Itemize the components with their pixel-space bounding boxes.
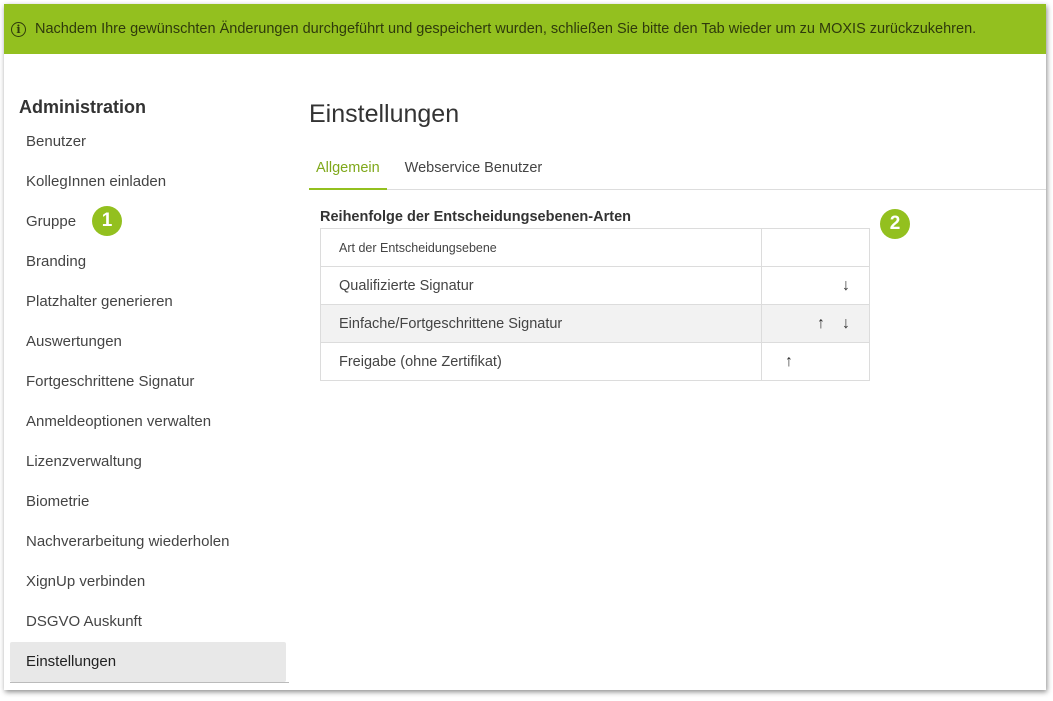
- column-header-actions: [761, 228, 870, 267]
- table-row: Einfache/Fortgeschrittene Signatur ↑ ↓: [320, 304, 870, 343]
- sidebar-item-platzhalter-generieren[interactable]: Platzhalter generieren: [10, 282, 286, 322]
- sidebar-item-branding[interactable]: Branding: [10, 242, 286, 282]
- page-title: Einstellungen: [309, 100, 460, 128]
- sidebar-item-xignup-verbinden[interactable]: XignUp verbinden: [10, 562, 286, 602]
- section-title: Reihenfolge der Entscheidungsebenen-Arte…: [320, 209, 631, 225]
- move-up-icon[interactable]: ↑: [782, 353, 796, 371]
- info-icon: i: [11, 21, 26, 37]
- sidebar-item-benutzer[interactable]: Benutzer: [10, 122, 286, 162]
- sidebar-item-gruppe[interactable]: Gruppe: [10, 202, 286, 242]
- banner-message: Nachdem Ihre gewünschten Änderungen durc…: [35, 21, 977, 37]
- sidebar: Administration Benutzer KollegInnen einl…: [4, 54, 294, 690]
- move-down-icon[interactable]: ↓: [839, 277, 853, 295]
- sidebar-item-fortgeschrittene-signatur[interactable]: Fortgeschrittene Signatur: [10, 362, 286, 402]
- sidebar-item-einstellungen[interactable]: Einstellungen: [10, 642, 286, 682]
- sidebar-item-lizenzverwaltung[interactable]: Lizenzverwaltung: [10, 442, 286, 482]
- info-banner: i Nachdem Ihre gewünschten Änderungen du…: [4, 4, 1046, 54]
- row-actions: ↓: [761, 266, 870, 305]
- row-name: Qualifizierte Signatur: [320, 266, 762, 305]
- sidebar-item-dsgvo-auskunft[interactable]: DSGVO Auskunft: [10, 602, 286, 642]
- move-down-icon[interactable]: ↓: [839, 315, 853, 333]
- app-window: i Nachdem Ihre gewünschten Änderungen du…: [4, 4, 1046, 690]
- row-actions: ↑ ↓: [761, 304, 870, 343]
- table-row: Qualifizierte Signatur ↓: [320, 266, 870, 305]
- sidebar-nav: Benutzer KollegInnen einladen Gruppe Bra…: [10, 122, 286, 682]
- row-name: Freigabe (ohne Zertifikat): [320, 342, 762, 381]
- sidebar-item-biometrie[interactable]: Biometrie: [10, 482, 286, 522]
- tab-allgemein[interactable]: Allgemein: [309, 154, 387, 190]
- move-up-icon[interactable]: ↑: [814, 315, 828, 333]
- sidebar-item-auswertungen[interactable]: Auswertungen: [10, 322, 286, 362]
- table-header-row: Art der Entscheidungsebene: [320, 228, 870, 267]
- row-actions: ↑: [761, 342, 870, 381]
- sidebar-item-nachverarbeitung[interactable]: Nachverarbeitung wiederholen: [10, 522, 286, 562]
- callout-badge-1: 1: [92, 206, 122, 236]
- tab-bar: Allgemein Webservice Benutzer: [309, 154, 1046, 190]
- table-row: Freigabe (ohne Zertifikat) ↑: [320, 342, 870, 381]
- sidebar-title: Administration: [19, 97, 147, 117]
- sidebar-divider: [10, 682, 289, 683]
- sidebar-item-kolleginnen-einladen[interactable]: KollegInnen einladen: [10, 162, 286, 202]
- tab-webservice-benutzer[interactable]: Webservice Benutzer: [398, 154, 550, 188]
- column-header-art: Art der Entscheidungsebene: [320, 228, 762, 267]
- callout-badge-2: 2: [880, 209, 910, 239]
- decision-level-order-table: Art der Entscheidungsebene Qualifizierte…: [320, 228, 870, 381]
- row-name: Einfache/Fortgeschrittene Signatur: [320, 304, 762, 343]
- sidebar-item-anmeldeoptionen[interactable]: Anmeldeoptionen verwalten: [10, 402, 286, 442]
